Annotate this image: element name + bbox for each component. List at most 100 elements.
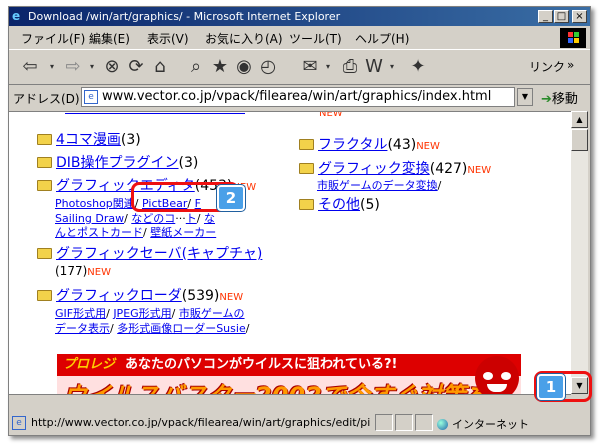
scroll-thumb[interactable] bbox=[571, 129, 588, 151]
favorites-icon[interactable]: ★ bbox=[209, 55, 231, 79]
menu-view[interactable]: 表示(V) bbox=[147, 30, 189, 47]
sub-photoshop-link[interactable]: Photoshop関連 bbox=[55, 197, 135, 210]
status-text: http://www.vector.co.jp/vpack/filearea/w… bbox=[31, 416, 371, 429]
category-other: その他(5) bbox=[299, 194, 380, 214]
ie-logo-icon: e bbox=[12, 9, 21, 23]
category-dib-plugin: DIB操作プラグイン(3) bbox=[37, 152, 198, 172]
window-title: Download /win/art/graphics/ - Microsoft … bbox=[28, 10, 341, 23]
sub-postcard-link[interactable]: んとポストカード bbox=[55, 226, 143, 239]
loader-sub-line1: GIF形式用/ JPEG形式用/ 市販ゲームの bbox=[55, 307, 245, 320]
forward-icon[interactable]: ⇨ bbox=[61, 55, 85, 79]
links-chevron-icon[interactable]: » bbox=[567, 58, 574, 72]
top-new-badge: NEW bbox=[319, 111, 343, 119]
security-zone: インターネット bbox=[437, 416, 529, 432]
category-graphic-loader: グラフィックローダ(539)NEW bbox=[37, 285, 243, 305]
menu-bar: ファイル(F) 編集(E) 表示(V) お気に入り(A) ツール(T) ヘルプ(… bbox=[9, 28, 590, 46]
category-4koma-link[interactable]: 4コマ漫画 bbox=[56, 132, 121, 148]
category-fractal: フラクタル(43)NEW bbox=[299, 134, 440, 154]
mail-icon[interactable]: ✉ bbox=[299, 55, 321, 79]
status-page-icon: e bbox=[12, 416, 26, 430]
menu-edit[interactable]: 編集(E) bbox=[89, 30, 130, 47]
sub-susie-link[interactable]: 多形式画像ローダーSusie bbox=[117, 322, 246, 335]
page-icon: e bbox=[84, 90, 98, 104]
print-icon[interactable]: ⎙ bbox=[339, 55, 361, 79]
mail-dropdown-icon[interactable]: ▾ bbox=[323, 55, 333, 79]
title-bar: e Download /win/art/graphics/ - Microsof… bbox=[9, 7, 590, 26]
address-label: アドレス(D) bbox=[13, 92, 80, 106]
close-button[interactable]: × bbox=[572, 10, 587, 23]
converter-sub: 市販ゲームのデータ変換/ bbox=[317, 179, 442, 192]
go-label: 移動 bbox=[551, 92, 578, 107]
discuss-icon[interactable]: ✦ bbox=[407, 55, 429, 79]
folder-icon bbox=[37, 134, 52, 145]
go-button[interactable]: ➔移動 bbox=[541, 88, 578, 107]
editor-sub-line3: んとポストカード/ 壁紙メーカー bbox=[55, 226, 217, 239]
scroll-up-button[interactable]: ▲ bbox=[571, 111, 588, 128]
toolbar: ⇦ ▾ ⇨ ▾ ⊗ ⟳ ⌂ ⌕ ★ ◉ ◴ ✉ ▾ ⎙ W ▾ ✦ リンク » bbox=[9, 49, 590, 85]
address-url[interactable]: www.vector.co.jp/vpack/filearea/win/art/… bbox=[102, 89, 491, 104]
clipped-link-row bbox=[65, 112, 245, 114]
saver-count: (177)NEW bbox=[55, 264, 111, 278]
menu-favorites[interactable]: お気に入り(A) bbox=[205, 30, 283, 47]
maximize-button[interactable]: □ bbox=[554, 10, 569, 23]
category-other-link[interactable]: その他 bbox=[318, 197, 360, 213]
ad-banner[interactable]: プロレジあなたのパソコンがウイルスに狙われている?! ウイルスバスター2002で… bbox=[57, 354, 521, 394]
sub-jpeg-link[interactable]: JPEG形式用 bbox=[113, 307, 171, 320]
sub-game-data-convert-link[interactable]: 市販ゲームのデータ変換 bbox=[317, 179, 438, 192]
new-badge: NEW bbox=[219, 292, 244, 303]
folder-icon bbox=[299, 163, 314, 174]
minimize-button[interactable]: _ bbox=[538, 10, 553, 23]
sub-game-data-display-link[interactable]: データ表示 bbox=[55, 322, 110, 335]
category-graphic-converter: グラフィック変換(427)NEW bbox=[299, 158, 491, 178]
forward-dropdown-icon[interactable]: ▾ bbox=[87, 55, 97, 79]
ad-tag: プロレジ bbox=[63, 357, 116, 372]
refresh-icon[interactable]: ⟳ bbox=[125, 55, 147, 79]
folder-icon bbox=[37, 157, 52, 168]
page-content: NEW 4コマ漫画(3) DIB操作プラグイン(3) グラフィックエディタ(45… bbox=[9, 111, 571, 394]
stop-icon[interactable]: ⊗ bbox=[101, 55, 123, 79]
edit-dropdown-icon[interactable]: ▾ bbox=[387, 55, 397, 79]
address-bar: アドレス(D) e www.vector.co.jp/vpack/fileare… bbox=[9, 84, 590, 110]
sub-gif-link[interactable]: GIF形式用 bbox=[55, 307, 106, 320]
address-input[interactable]: e www.vector.co.jp/vpack/filearea/win/ar… bbox=[81, 87, 515, 107]
menu-tools[interactable]: ツール(T) bbox=[289, 30, 342, 47]
menu-file[interactable]: ファイル(F) bbox=[21, 30, 85, 47]
new-badge: NEW bbox=[87, 267, 111, 278]
sub-wallpaper-link[interactable]: 壁紙メーカー bbox=[150, 226, 216, 239]
home-icon[interactable]: ⌂ bbox=[149, 55, 171, 79]
category-graphic-saver: グラフィックセーバ(キャプチャ) bbox=[37, 243, 262, 263]
category-4koma: 4コマ漫画(3) bbox=[37, 129, 141, 149]
new-badge: NEW bbox=[416, 141, 440, 152]
category-graphic-converter-link[interactable]: グラフィック変換 bbox=[318, 161, 430, 177]
edit-icon[interactable]: W bbox=[363, 55, 385, 79]
folder-icon bbox=[37, 180, 52, 191]
callout-1: 1 bbox=[537, 374, 565, 400]
back-dropdown-icon[interactable]: ▾ bbox=[47, 55, 57, 79]
folder-icon bbox=[37, 248, 52, 259]
menu-help[interactable]: ヘルプ(H) bbox=[355, 30, 409, 47]
category-graphic-saver-link[interactable]: グラフィックセーバ(キャプチャ) bbox=[56, 246, 262, 262]
address-dropdown-icon[interactable]: ▼ bbox=[517, 88, 533, 106]
folder-icon bbox=[299, 139, 314, 150]
horizontal-scrollbar[interactable] bbox=[9, 394, 571, 409]
search-icon[interactable]: ⌕ bbox=[185, 55, 207, 79]
sub-game-data-link[interactable]: 市販ゲームの bbox=[179, 307, 245, 320]
links-label[interactable]: リンク bbox=[529, 58, 565, 75]
back-icon[interactable]: ⇦ bbox=[15, 55, 45, 79]
browser-window: e Download /win/art/graphics/ - Microsof… bbox=[8, 6, 591, 436]
category-fractal-link[interactable]: フラクタル bbox=[318, 137, 387, 153]
callout-2: 2 bbox=[217, 185, 245, 211]
ad-line1: あなたのパソコンがウイルスに狙われている?! bbox=[125, 357, 398, 372]
go-arrow-icon: ➔ bbox=[541, 92, 552, 107]
media-icon[interactable]: ◉ bbox=[233, 55, 255, 79]
globe-icon bbox=[437, 419, 448, 430]
category-graphic-loader-link[interactable]: グラフィックローダ bbox=[56, 288, 182, 304]
new-badge: NEW bbox=[467, 165, 492, 176]
category-dib-plugin-link[interactable]: DIB操作プラグイン bbox=[56, 155, 179, 171]
windows-logo-icon bbox=[560, 28, 586, 48]
vertical-scrollbar[interactable]: ▲ ▼ bbox=[571, 111, 588, 394]
ad-banner-top: プロレジ あなたのパソコンがウイルスに狙われている?! bbox=[57, 354, 521, 376]
history-icon[interactable]: ◴ bbox=[257, 55, 279, 79]
loader-sub-line2: データ表示/ 多形式画像ローダーSusie/ bbox=[55, 322, 250, 335]
status-bar: e http://www.vector.co.jp/vpack/filearea… bbox=[9, 412, 590, 434]
